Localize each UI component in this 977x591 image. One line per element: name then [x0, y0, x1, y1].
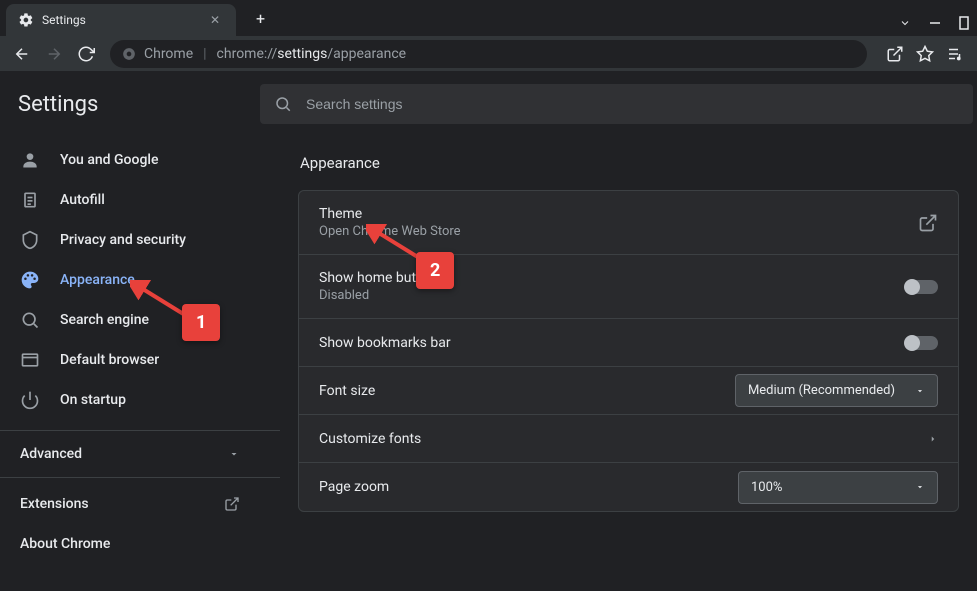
omnibox-separator: | [203, 46, 206, 62]
customize-fonts-title: Customize fonts [319, 431, 928, 447]
chevron-down-icon [915, 386, 925, 396]
page-header: Settings [0, 72, 977, 136]
sidebar-about[interactable]: About Chrome [0, 524, 280, 564]
external-link-icon [224, 496, 240, 512]
sidebar-item-privacy[interactable]: Privacy and security [0, 220, 264, 260]
home-button-sub: Disabled [319, 288, 906, 303]
sidebar-item-label: Autofill [60, 192, 105, 208]
row-bookmarks-bar: Show bookmarks bar [299, 319, 958, 367]
palette-icon [20, 270, 40, 290]
sidebar-item-search-engine[interactable]: Search engine [0, 300, 264, 340]
row-page-zoom: Page zoom 100% [299, 463, 958, 511]
home-button-toggle[interactable] [906, 280, 938, 294]
search-input[interactable] [306, 96, 959, 112]
chrome-icon [122, 47, 136, 61]
sidebar-item-label: Default browser [60, 352, 159, 368]
page-title: Settings [0, 92, 260, 117]
share-icon[interactable] [881, 40, 909, 68]
new-tab-button[interactable]: + [248, 5, 273, 32]
chevron-right-icon [928, 434, 938, 444]
toolbar: Chrome | chrome://settings/appearance [0, 36, 977, 72]
row-theme[interactable]: Theme Open Chrome Web Store [299, 191, 958, 255]
forward-button[interactable] [40, 40, 68, 68]
omnibox-url: chrome://settings/appearance [217, 46, 407, 62]
browser-tab[interactable]: Settings ✕ [6, 4, 236, 36]
row-home-button: Show home button Disabled [299, 255, 958, 319]
sidebar-advanced[interactable]: Advanced [0, 430, 280, 478]
sidebar: You and Google Autofill Privacy and secu… [0, 136, 280, 564]
page-zoom-title: Page zoom [319, 479, 738, 495]
clipboard-icon [20, 190, 40, 210]
theme-sub: Open Chrome Web Store [319, 224, 918, 239]
close-icon[interactable]: ✕ [206, 11, 224, 29]
sidebar-item-label: Appearance [60, 272, 135, 288]
row-font-size: Font size Medium (Recommended) [299, 367, 958, 415]
star-icon[interactable] [911, 40, 939, 68]
address-bar[interactable]: Chrome | chrome://settings/appearance [110, 40, 867, 68]
sidebar-extensions[interactable]: Extensions [0, 484, 280, 524]
sidebar-item-label: Privacy and security [60, 232, 186, 248]
sidebar-item-label: On startup [60, 392, 126, 408]
section-title: Appearance [300, 154, 959, 172]
chevron-down-icon [228, 448, 240, 460]
back-button[interactable] [8, 40, 36, 68]
page-zoom-value: 100% [751, 480, 782, 495]
search-box[interactable] [260, 84, 973, 124]
sidebar-item-default-browser[interactable]: Default browser [0, 340, 264, 380]
appearance-card: Theme Open Chrome Web Store Show home bu… [298, 190, 959, 512]
advanced-label: Advanced [20, 446, 82, 462]
bookmarks-title: Show bookmarks bar [319, 335, 906, 351]
chevron-down-icon[interactable] [899, 17, 911, 29]
tab-title: Settings [42, 13, 206, 27]
omnibox-prefix: Chrome [144, 46, 193, 62]
window-controls [899, 16, 977, 30]
main-content: Appearance Theme Open Chrome Web Store S… [280, 136, 977, 564]
page: Settings You and Google Autofill Privacy… [0, 72, 977, 564]
gear-icon [18, 12, 34, 28]
power-icon [20, 390, 40, 410]
search-icon [20, 310, 40, 330]
browser-icon [20, 350, 40, 370]
about-label: About Chrome [20, 536, 110, 552]
bookmarks-toggle[interactable] [906, 336, 938, 350]
person-icon [20, 150, 40, 170]
reload-button[interactable] [72, 40, 100, 68]
shield-icon [20, 230, 40, 250]
sidebar-item-you-and-google[interactable]: You and Google [0, 140, 264, 180]
chevron-down-icon [915, 482, 925, 492]
home-button-title: Show home button [319, 270, 906, 286]
font-size-value: Medium (Recommended) [748, 383, 895, 398]
music-icon[interactable] [941, 40, 969, 68]
titlebar: Settings ✕ + [0, 0, 977, 36]
sidebar-item-autofill[interactable]: Autofill [0, 180, 264, 220]
font-size-dropdown[interactable]: Medium (Recommended) [735, 374, 938, 407]
theme-title: Theme [319, 206, 918, 222]
page-zoom-dropdown[interactable]: 100% [738, 471, 938, 504]
sidebar-item-on-startup[interactable]: On startup [0, 380, 264, 420]
extensions-label: Extensions [20, 496, 89, 512]
sidebar-item-label: You and Google [60, 152, 158, 168]
sidebar-item-label: Search engine [60, 312, 149, 328]
minimize-icon[interactable] [929, 17, 941, 29]
row-customize-fonts[interactable]: Customize fonts [299, 415, 958, 463]
maximize-icon[interactable] [959, 16, 969, 30]
search-icon [274, 95, 292, 113]
font-size-title: Font size [319, 383, 735, 399]
external-link-icon[interactable] [918, 213, 938, 233]
sidebar-item-appearance[interactable]: Appearance [0, 260, 264, 300]
